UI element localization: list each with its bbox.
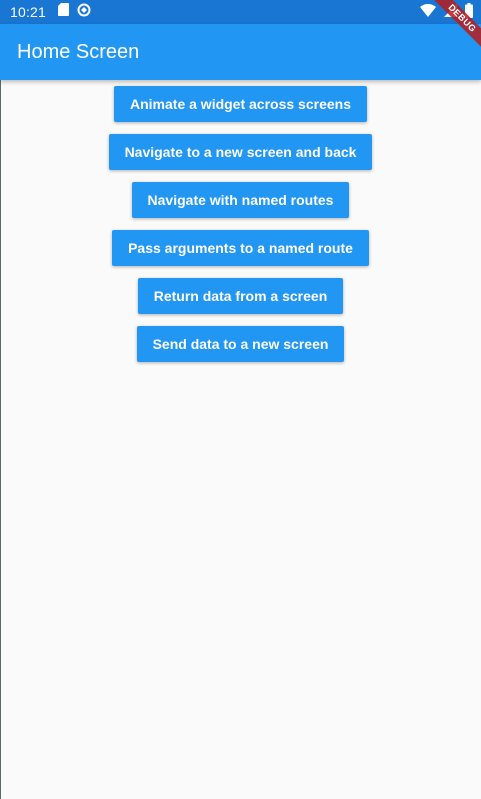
page-title: Home Screen [17, 40, 140, 63]
app-bar: Home Screen [0, 24, 481, 80]
signal-icon [444, 4, 457, 22]
status-bar: 10:21 [0, 0, 481, 24]
battery-icon [465, 3, 473, 23]
status-system-icons [420, 3, 473, 23]
wifi-icon [420, 3, 436, 22]
return-data-button[interactable]: Return data from a screen [137, 278, 344, 314]
named-routes-button[interactable]: Navigate with named routes [131, 182, 350, 218]
navigate-and-back-button[interactable]: Navigate to a new screen and back [108, 134, 373, 170]
send-data-button[interactable]: Send data to a new screen [136, 326, 345, 362]
status-time: 10:21 [10, 4, 47, 20]
sync-icon [77, 3, 91, 22]
animate-widget-button[interactable]: Animate a widget across screens [114, 86, 367, 122]
sd-card-icon [58, 3, 70, 21]
pass-arguments-button[interactable]: Pass arguments to a named route [112, 230, 369, 266]
status-notification-icons [58, 3, 91, 22]
button-list: Animate a widget across screens Navigate… [0, 80, 481, 368]
